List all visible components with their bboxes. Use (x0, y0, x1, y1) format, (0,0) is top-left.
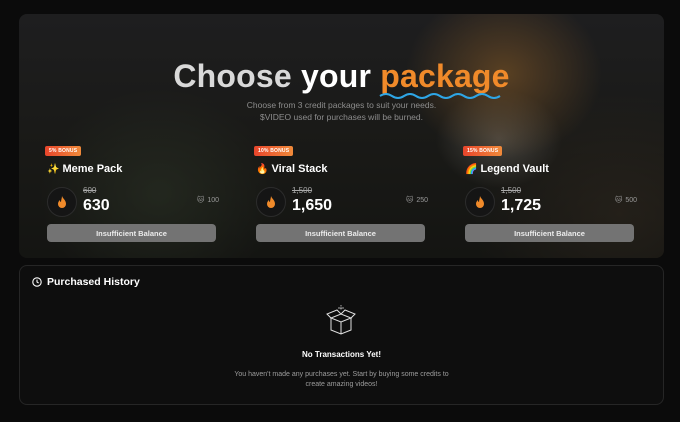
insufficient-balance-button[interactable]: Insufficient Balance (465, 224, 634, 242)
bonus-price: 630 (83, 197, 110, 214)
history-title-text: Purchased History (47, 276, 140, 288)
package-name-text: Legend Vault (480, 163, 549, 175)
bonus-amount: 🐱 100 (197, 196, 219, 204)
subtitle-line-2: $VIDEO used for purchases will be burned… (259, 112, 423, 122)
insufficient-balance-button[interactable]: Insufficient Balance (47, 224, 216, 242)
cat-icon: 🐱 (197, 197, 205, 204)
title-choose: Choose (173, 58, 292, 94)
package-card-legend-vault: 15% BONUS 🌈 Legend Vault 1,500 1,725 🐱 500… (463, 146, 637, 246)
bonus-amount-text: 100 (207, 197, 219, 204)
flame-coin-icon (47, 187, 77, 217)
history-title: Purchased History (32, 276, 140, 288)
flame-coin-icon (465, 187, 495, 217)
package-card-meme-pack: 5% BONUS ✨ Meme Pack 600 630 🐱 100 Insuffi… (45, 146, 219, 246)
bonus-price: 1,725 (501, 197, 542, 214)
bonus-amount-text: 250 (416, 197, 428, 204)
bonus-amount: 🐱 500 (615, 196, 637, 204)
open-box-icon (326, 304, 356, 343)
cat-icon: 🐱 (406, 197, 414, 204)
bonus-badge: 15% BONUS (463, 146, 503, 156)
empty-state-title: No Transactions Yet! (302, 350, 381, 359)
hero-subtitle: Choose from 3 credit packages to suit yo… (19, 99, 664, 123)
subtitle-line-1: Choose from 3 credit packages to suit yo… (246, 100, 437, 110)
rainbow-icon: 🌈 (465, 164, 478, 175)
purchased-history-panel: Purchased History No Transactions Yet! Y… (19, 265, 664, 405)
title-package-text: package (380, 58, 510, 94)
title-your: your (300, 58, 372, 94)
package-name: 🔥 Viral Stack (256, 163, 328, 175)
package-name: 🌈 Legend Vault (465, 163, 549, 175)
original-price: 600 (83, 186, 97, 195)
package-name: ✨ Meme Pack (47, 163, 122, 175)
bonus-amount-text: 500 (625, 197, 637, 204)
original-price: 1,500 (292, 186, 313, 195)
package-card-viral-stack: 10% BONUS 🔥 Viral Stack 1,500 1,650 🐱 250 … (254, 146, 428, 246)
bonus-price: 1,650 (292, 197, 333, 214)
empty-state-description: You haven't made any purchases yet. Star… (20, 370, 663, 390)
package-name-text: Viral Stack (271, 163, 328, 175)
sparkles-icon: ✨ (47, 164, 60, 175)
cat-icon: 🐱 (615, 197, 623, 204)
package-name-text: Meme Pack (62, 163, 123, 175)
bonus-amount: 🐱 250 (406, 196, 428, 204)
clock-icon (32, 277, 42, 287)
flame-coin-icon (256, 187, 286, 217)
fire-icon: 🔥 (256, 164, 269, 175)
empty-desc-line-1: You haven't made any purchases yet. Star… (234, 371, 449, 378)
original-price: 1,500 (501, 186, 522, 195)
empty-desc-line-2: create amazing videos! (305, 381, 378, 388)
title-package: package (379, 58, 510, 99)
bonus-badge: 5% BONUS (45, 146, 82, 156)
bonus-badge: 10% BONUS (254, 146, 294, 156)
insufficient-balance-button[interactable]: Insufficient Balance (256, 224, 425, 242)
page-title: Choose your package (19, 58, 664, 99)
package-hero: Choose your package Choose from 3 credit… (19, 14, 664, 258)
